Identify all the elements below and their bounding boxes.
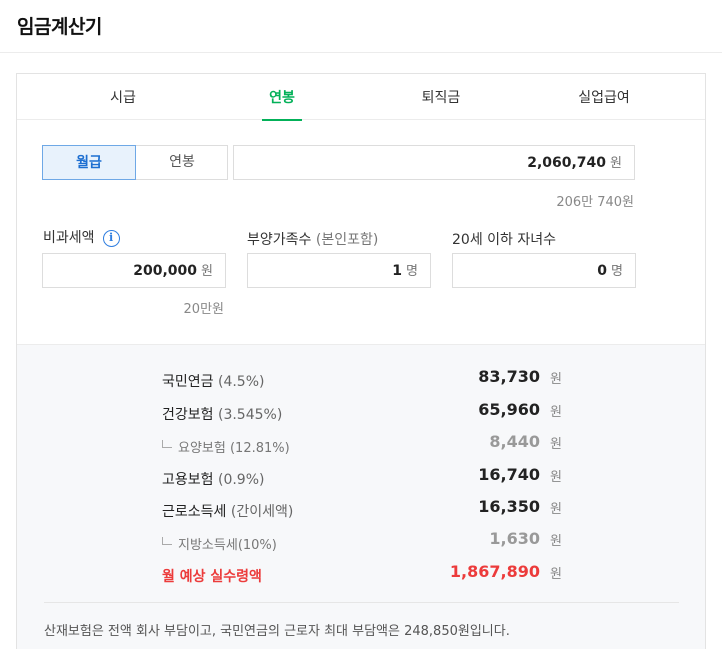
calculator-tabs: 시급 연봉 퇴직금 실업급여: [17, 74, 705, 121]
dependents-unit: 명: [406, 264, 418, 279]
dependents-label: 부양가족수: [247, 232, 312, 248]
tab-label: 연봉: [269, 90, 295, 106]
result-row-net-pay: 월 예상 실수령액 1,867,890 원: [17, 562, 705, 586]
won-unit: 원: [550, 372, 562, 387]
pension-label: 국민연금: [162, 374, 214, 390]
result-row-income-tax: 근로소득세 (간이세액) 16,350 원: [17, 497, 705, 521]
net-pay-label: 월 예상 실수령액: [162, 569, 262, 585]
result-row-pension: 국민연금 (4.5%) 83,730 원: [17, 367, 705, 391]
page-title: 임금계산기: [17, 16, 102, 38]
pension-rate: (4.5%): [217, 374, 265, 390]
local-tax-rate: (10%): [237, 538, 277, 553]
won-unit: 원: [550, 470, 562, 485]
result-row-health: 건강보험 (3.545%) 65,960 원: [17, 400, 705, 424]
result-row-care: 요양보험 (12.81%) 8,440 원: [17, 432, 705, 456]
annual-button[interactable]: 연봉: [136, 145, 228, 180]
salary-input[interactable]: 2,060,740 원: [233, 145, 635, 180]
employment-rate: (0.9%): [217, 472, 265, 488]
local-tax-label: 지방소득세: [178, 538, 238, 553]
tab-hourly[interactable]: 시급: [83, 74, 163, 120]
tab-annual[interactable]: 연봉: [262, 74, 302, 121]
won-unit: 원: [550, 534, 562, 549]
insurance-note: 산재보험은 전액 회사 부담이고, 국민연금의 근로자 최대 부담액은 248,…: [44, 624, 510, 639]
care-label: 요양보험: [178, 441, 226, 456]
dependents-input[interactable]: 1명: [247, 253, 431, 288]
income-tax-rate: (간이세액): [230, 504, 294, 520]
care-rate: (12.81%): [229, 441, 290, 456]
salary-helper-text: 206만 740원: [556, 195, 634, 210]
income-tax-amount: 16,350: [478, 497, 540, 516]
tab-label: 실업급여: [578, 90, 630, 106]
won-unit: 원: [550, 502, 562, 517]
salary-unit: 원: [610, 156, 622, 171]
employment-amount: 16,740: [478, 465, 540, 484]
tab-label: 시급: [110, 90, 136, 106]
salary-value: 2,060,740: [527, 155, 607, 171]
page-header: 임금계산기: [0, 0, 722, 53]
active-tab-indicator: [262, 119, 302, 121]
wage-calculator-panel: 시급 연봉 퇴직금 실업급여 월급 연봉 2,060,740 원 206만 740…: [16, 73, 706, 649]
dependents-label-sub: (본인포함): [315, 232, 379, 248]
monthly-button[interactable]: 월급: [42, 145, 136, 180]
employment-label: 고용보험: [162, 472, 214, 488]
nontax-value: 200,000: [133, 263, 198, 279]
results-divider: [44, 602, 679, 603]
nontax-input[interactable]: 200,000 원: [42, 253, 226, 288]
children-input[interactable]: 0명: [452, 253, 636, 288]
pension-amount: 83,730: [478, 367, 540, 386]
won-unit: 원: [550, 567, 562, 582]
net-pay-amount: 1,867,890: [449, 562, 540, 581]
results-panel: 국민연금 (4.5%) 83,730 원 건강보험 (3.545%) 65,96…: [17, 344, 705, 649]
nontax-label: 비과세액: [43, 230, 95, 246]
branch-icon: [162, 440, 172, 448]
tab-severance[interactable]: 퇴직금: [401, 74, 481, 120]
children-unit: 명: [611, 264, 623, 279]
children-label: 20세 이하 자녀수: [452, 232, 556, 248]
income-tax-label: 근로소득세: [162, 504, 227, 520]
health-rate: (3.545%): [217, 407, 283, 423]
nontax-label-row: 비과세액 i: [43, 227, 120, 247]
tab-unemployment[interactable]: 실업급여: [559, 74, 649, 120]
care-amount: 8,440: [489, 432, 540, 451]
dependents-label-row: 부양가족수 (본인포함): [247, 229, 378, 249]
nontax-helper-text: 20만원: [183, 302, 224, 317]
won-unit: 원: [550, 437, 562, 452]
salary-type-toggle: 월급 연봉: [42, 145, 228, 180]
local-tax-amount: 1,630: [489, 529, 540, 548]
result-row-local-tax: 지방소득세(10%) 1,630 원: [17, 529, 705, 553]
nontax-unit: 원: [201, 264, 213, 279]
health-amount: 65,960: [478, 400, 540, 419]
children-value: 0: [597, 263, 608, 279]
dependents-value: 1: [392, 263, 403, 279]
result-row-employment: 고용보험 (0.9%) 16,740 원: [17, 465, 705, 489]
health-label: 건강보험: [162, 407, 214, 423]
won-unit: 원: [550, 405, 562, 420]
info-icon[interactable]: i: [102, 230, 120, 247]
branch-icon: [162, 537, 172, 545]
tab-label: 퇴직금: [421, 90, 461, 106]
